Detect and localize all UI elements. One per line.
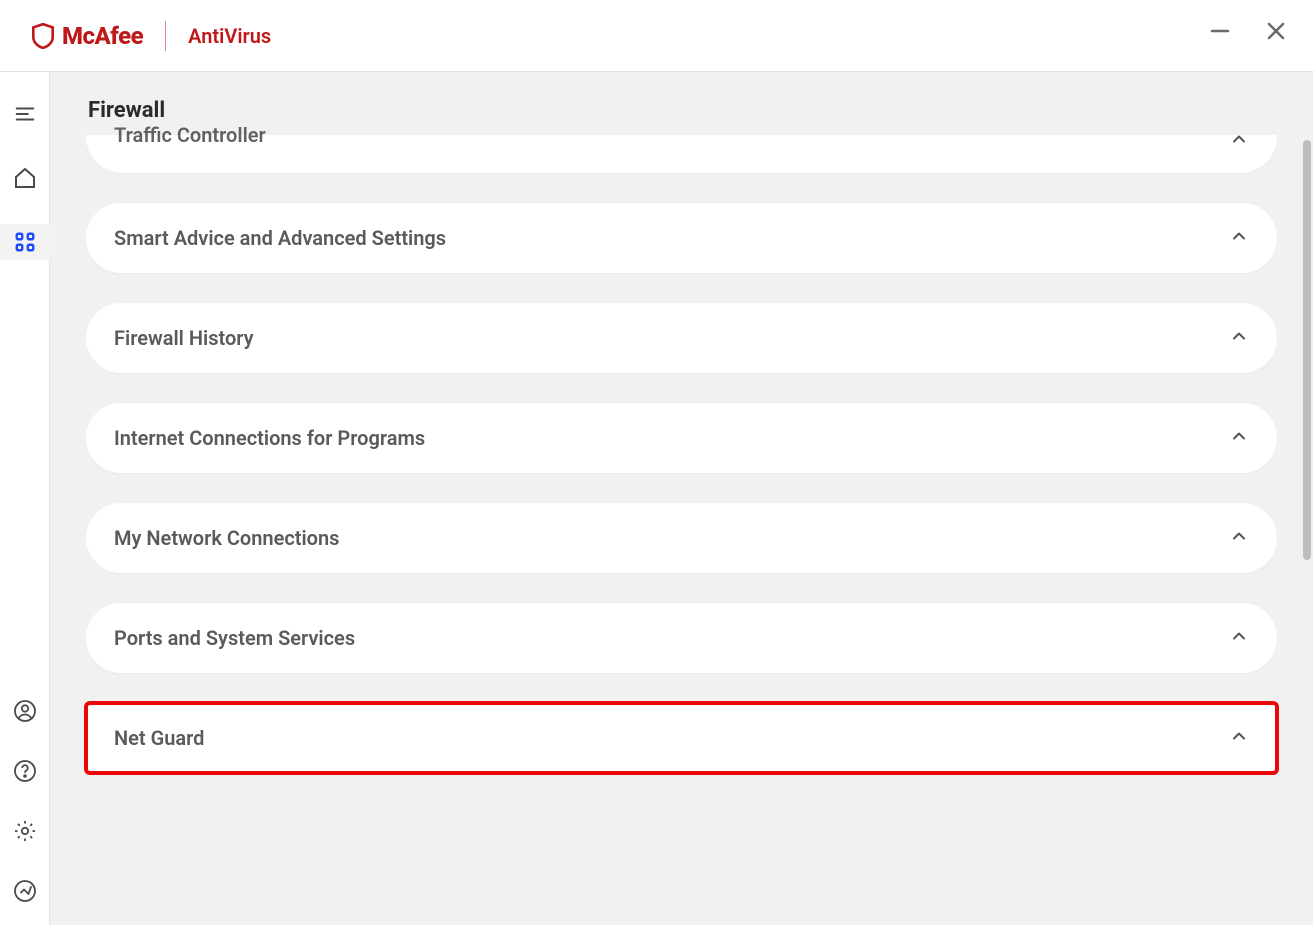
brand-name: McAfee xyxy=(62,22,143,50)
scrollbar-thumb[interactable] xyxy=(1303,140,1311,560)
chevron-up-icon xyxy=(1229,526,1249,550)
chevron-up-icon xyxy=(1229,326,1249,350)
card-label: Ports and System Services xyxy=(114,626,355,650)
card-label: Firewall History xyxy=(114,326,254,350)
main-panel: Firewall Traffic Controller Smart Advice… xyxy=(50,72,1313,925)
card-net-guard[interactable]: Net Guard xyxy=(86,703,1277,773)
sidebar-item-account[interactable] xyxy=(0,693,50,729)
chevron-up-icon xyxy=(1229,626,1249,650)
sidebar-item-feedback[interactable] xyxy=(0,873,50,909)
window-controls xyxy=(1207,18,1289,44)
chevron-up-icon xyxy=(1229,426,1249,450)
scrollbar[interactable] xyxy=(1303,140,1311,880)
card-label: Traffic Controller xyxy=(114,123,266,147)
sidebar-item-home[interactable] xyxy=(0,160,50,196)
mcafee-shield-icon xyxy=(30,22,56,50)
sidebar-item-settings[interactable] xyxy=(0,813,50,849)
card-label: Smart Advice and Advanced Settings xyxy=(114,226,446,250)
brand-divider xyxy=(165,21,166,51)
sidebar-item-menu[interactable] xyxy=(0,96,50,132)
close-button[interactable] xyxy=(1263,18,1289,44)
product-name: AntiVirus xyxy=(188,24,271,48)
titlebar: McAfee AntiVirus xyxy=(0,0,1313,72)
chevron-up-icon xyxy=(1229,726,1249,750)
card-label: Internet Connections for Programs xyxy=(114,426,425,450)
card-ports-system-services[interactable]: Ports and System Services xyxy=(86,603,1277,673)
card-my-network-connections[interactable]: My Network Connections xyxy=(86,503,1277,573)
sidebar xyxy=(0,72,50,925)
card-label: Net Guard xyxy=(114,726,204,750)
card-traffic-controller[interactable]: Traffic Controller xyxy=(86,135,1277,173)
card-smart-advice[interactable]: Smart Advice and Advanced Settings xyxy=(86,203,1277,273)
sidebar-item-help[interactable] xyxy=(0,753,50,789)
card-firewall-history[interactable]: Firewall History xyxy=(86,303,1277,373)
minimize-button[interactable] xyxy=(1207,18,1233,44)
card-label: My Network Connections xyxy=(114,526,339,550)
card-internet-connections[interactable]: Internet Connections for Programs xyxy=(86,403,1277,473)
cards-list: Traffic Controller Smart Advice and Adva… xyxy=(50,141,1313,773)
chevron-up-icon xyxy=(1229,129,1249,153)
chevron-up-icon xyxy=(1229,226,1249,250)
brand-group: McAfee AntiVirus xyxy=(30,21,271,51)
sidebar-item-apps[interactable] xyxy=(0,224,50,260)
